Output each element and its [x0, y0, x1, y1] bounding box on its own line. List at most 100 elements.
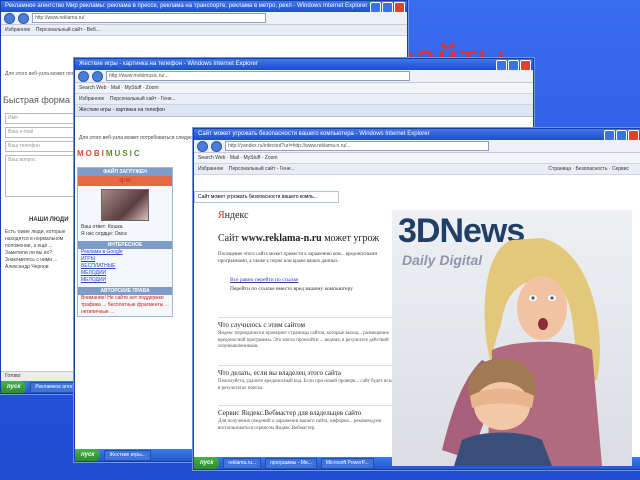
section-heading: Сервис Яндекс.Вебмастер для владельцев с… [218, 409, 362, 417]
minimize-button[interactable] [604, 130, 615, 140]
back-icon[interactable] [197, 140, 208, 152]
url-input[interactable]: http://www.reklama.ru/ [32, 13, 266, 23]
tab-active[interactable]: Жесткие игры - картинка на телефон [79, 107, 165, 113]
start-button[interactable]: пуск [75, 449, 101, 461]
favorites-button[interactable]: Избранное [79, 96, 104, 102]
tab-bar: Жесткие игры - картинка на телефон [75, 105, 533, 117]
favorites-bar: Избранное Персональный сайт - Веб... [1, 25, 407, 36]
tab-personal-site[interactable]: Персональный сайт - Гене... [229, 166, 295, 172]
address-bar: http://www.reklama.ru/ [1, 12, 407, 25]
photo-woman-covering-boys-eyes: 3DNews Daily Digital [392, 210, 632, 466]
close-button[interactable] [520, 60, 531, 70]
window-titlebar[interactable]: Рекламное агентство Мир рекламы: реклама… [1, 1, 407, 12]
name-field[interactable]: Имя [5, 113, 81, 124]
link-melodies-2[interactable]: МЕЛОДИИ [78, 277, 172, 284]
taskbar-item[interactable]: Microsoft PowerP... [320, 457, 374, 469]
interesting-heading: ИНТЕРЕСНОЕ [78, 241, 172, 249]
link-melodies[interactable]: МЕЛОДИИ [78, 270, 172, 277]
forward-icon[interactable] [211, 140, 222, 152]
maximize-button[interactable] [616, 130, 627, 140]
window-titlebar[interactable]: Жесткие игры - картинка на телефон - Win… [75, 59, 533, 70]
taskbar-item[interactable]: Жесткие игры... [104, 449, 151, 461]
mouth [538, 318, 548, 330]
window-title: Рекламное агентство Мир рекламы: реклама… [5, 3, 368, 9]
maximize-button[interactable] [508, 60, 519, 70]
info-row: Ваш ответ: Кошка [81, 224, 123, 230]
back-icon[interactable] [4, 12, 15, 24]
window-titlebar[interactable]: Сайт может угрожать безопасности вашего … [194, 129, 640, 140]
headline-pre: Сайт [218, 233, 242, 244]
status-text: Готово [5, 373, 21, 379]
proceed-note: Перейти по ссылке вместо вред вашему ком… [230, 286, 353, 292]
warning-text: Внимание! Не сайте нет поддержки трафика… [81, 295, 169, 315]
forward-icon[interactable] [18, 12, 29, 24]
logo-rest: ндекс [224, 210, 249, 221]
window-controls [496, 60, 531, 70]
maximize-button[interactable] [382, 2, 393, 12]
start-button[interactable]: пуск [194, 457, 220, 469]
pupil-left [531, 296, 535, 300]
people-heading: НАШИ ЛЮДИ [29, 217, 69, 223]
minimize-button[interactable] [370, 2, 381, 12]
favorites-button[interactable]: Избранное [5, 27, 30, 33]
tab-active[interactable]: Сайт может угрожать безопасности вашего … [194, 191, 339, 203]
email-field[interactable]: Ваш e-mail [5, 127, 81, 138]
address-bar: http://www.mobimusic.ru/... [75, 70, 533, 83]
minimize-button[interactable] [496, 60, 507, 70]
favorites-bar: Избранное Персональный сайт - Гене... [75, 94, 533, 105]
question-field[interactable]: Ваш вопрос [5, 155, 81, 197]
pupil-right [550, 296, 554, 300]
headline-domain: www.reklama-n.ru [241, 233, 322, 244]
back-icon[interactable] [78, 70, 89, 82]
favorites-button[interactable]: Избранное [198, 166, 223, 172]
logo-part-mobi: MOBI [77, 149, 106, 158]
close-button[interactable] [628, 130, 639, 140]
proceed-anyway-link[interactable]: Все равно перейти по ссылке [230, 277, 298, 283]
photo-illustration [442, 238, 602, 466]
intro-text: Посещение этого сайта может привести к з… [218, 252, 378, 264]
link-games[interactable]: ИГРЫ [78, 256, 172, 263]
user-tag: q-w [78, 176, 172, 186]
tab-personal-site[interactable]: Персональный сайт - Гене... [110, 96, 176, 102]
address-bar: http://yandex.ru/infected?url=http://www… [194, 140, 640, 153]
yandex-logo[interactable]: Яндекс [218, 210, 249, 221]
tab-personal-site[interactable]: Персональный сайт - Веб... [36, 27, 100, 33]
rights-heading: АВТОРСКИЕ ПРАВА [78, 287, 172, 295]
link-google-ads[interactable]: Реклама в Google [78, 249, 172, 256]
close-button[interactable] [394, 2, 405, 12]
section-text: Для получения сведений о заражении вашег… [218, 419, 382, 431]
info-row: Я нас сердце: Омск [81, 231, 127, 237]
window-title: Жесткие игры - картинка на телефон - Win… [79, 61, 258, 67]
start-button[interactable]: пуск [1, 381, 27, 393]
window-controls [370, 2, 405, 12]
favorites-bar: Избранное Персональный сайт - Гене... Ст… [194, 164, 640, 175]
preview-image[interactable] [101, 189, 149, 221]
window-controls [604, 130, 639, 140]
url-input[interactable]: http://yandex.ru/infected?url=http://www… [225, 141, 489, 151]
panel-heading: ФАЙЛ ЗАГРУЖЕН [78, 168, 172, 176]
mobimusic-logo[interactable]: MOBIMUSIC [77, 149, 165, 163]
forward-icon[interactable] [92, 70, 103, 82]
page-tools-menu[interactable]: Страница · Безопасность · Сервис [548, 164, 629, 174]
warning-headline: Сайт www.reklama-n.ru может угрож [218, 233, 379, 244]
search-toolbar[interactable]: Search Web · Mail · MyStuff · Zoom [75, 83, 533, 94]
section-heading: Что делать, если вы владелец этого сайта [218, 369, 342, 377]
section-text: Пожалуйста, удалите вредоносный код. Есл… [218, 379, 405, 391]
url-input[interactable]: http://www.mobimusic.ru/... [106, 71, 410, 81]
people-text: Есть такие люди, которые находятся в нор… [5, 229, 66, 270]
woman-face [517, 276, 567, 340]
section-heading: Что случилось с этим сайтом [218, 321, 306, 329]
logo-part-music: MUSIC [105, 149, 142, 158]
taskbar-item[interactable]: reklama.ru... [223, 457, 262, 469]
headline-post: может угрож [321, 233, 380, 244]
file-panel: ФАЙЛ ЗАГРУЖЕН q-w Ваш ответ: Кошка Я нас… [77, 167, 173, 317]
section-owner: Что делать, если вы владелец этого сайта… [218, 365, 408, 392]
link-free[interactable]: БЕСПЛАТНЫЕ [78, 263, 172, 270]
phone-field[interactable]: Ваш телефон [5, 141, 81, 152]
window-title: Сайт может угрожать безопасности вашего … [198, 131, 430, 137]
section-what-happened: Что случилось с этим сайтом Яндекс перио… [218, 317, 408, 351]
taskbar-item[interactable]: программы - Ми... [265, 457, 317, 469]
search-toolbar[interactable]: Search Web · Mail · MyStuff · Zoom [194, 153, 640, 164]
section-text: Яндекс периодически проверяет страницы с… [218, 331, 389, 349]
logo-letter: Я [218, 210, 225, 221]
